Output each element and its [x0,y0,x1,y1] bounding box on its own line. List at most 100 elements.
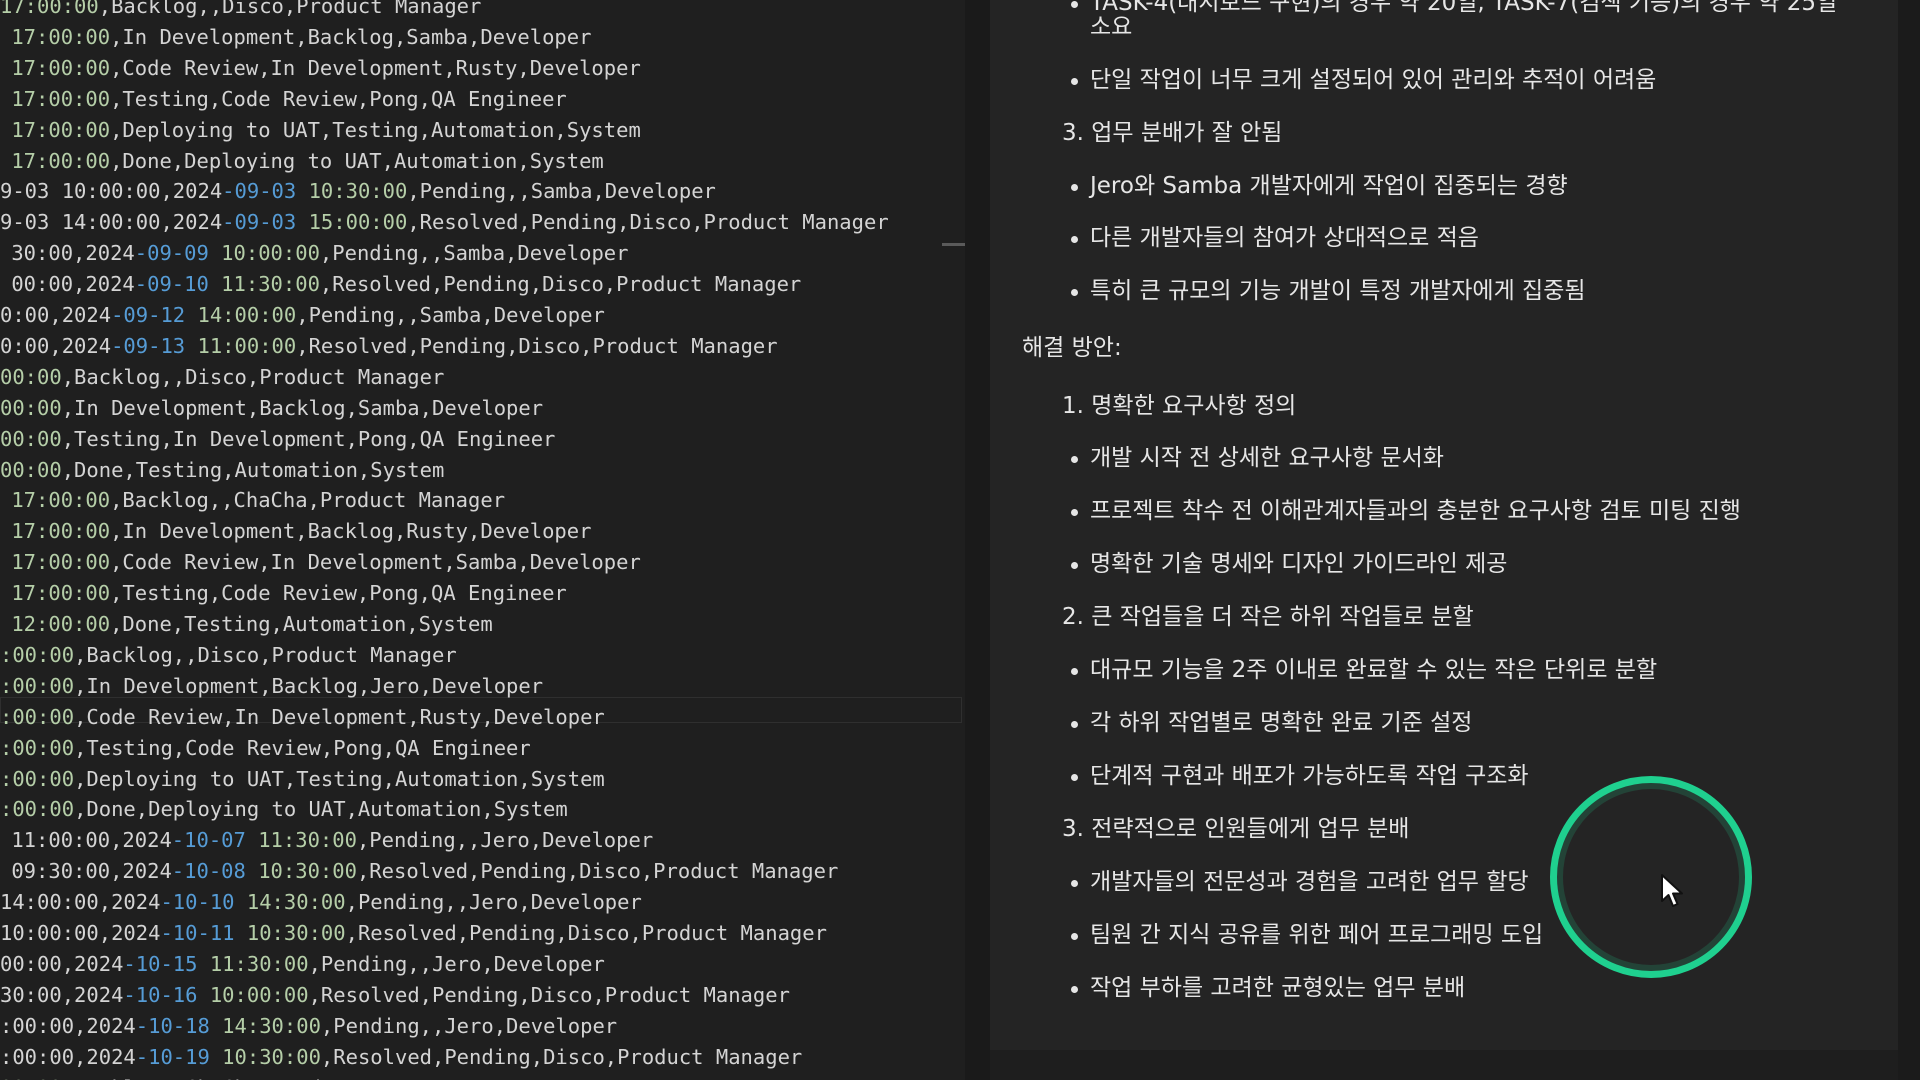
code-date-token: -09-12 [111,303,186,327]
bullet-item: 단계적 구현과 배포가 가능하도록 작업 구조화 [1090,763,1529,789]
code-line[interactable]: 17:00:00,Testing,Code Review,Pong,QA Eng… [0,84,566,115]
code-date-token: -10-15 [123,951,198,976]
code-time-token: 17:00:00 [0,488,111,513]
code-line[interactable]: :00:00,Code Review,In Development,Rusty,… [0,702,605,733]
bullet-item: 명확한 기술 명세와 디자인 가이드라인 제공 [1090,551,1508,577]
code-text-token: ,In Development,Backlog,Samba,Developer [61,395,544,420]
code-text-token: ,Backlog,,ChaCha,Product Manager [62,1076,457,1080]
code-time-token: 14:00:00 [185,303,297,327]
code-date-token: -10-16 [123,982,198,1007]
mouse-pointer-icon [1661,874,1683,907]
code-line[interactable]: 11:00:00,2024-10-07 11:30:00,Pending,,Je… [0,825,653,856]
code-line[interactable]: 12:00:00,Done,Testing,Automation,System [0,609,492,640]
code-text-token: ,Pending,,Jero,Developer [356,828,654,853]
bullet-icon [1071,509,1078,516]
code-time-token: 10:30:00 [209,1044,321,1069]
code-line[interactable]: 17:00:00,Done,Deploying to UAT,Automatio… [0,146,603,177]
bullet-item: 프로젝트 착수 전 이해관계자들과의 충분한 요구사항 검토 미팅 진행 [1090,498,1741,524]
code-line[interactable]: 00:00,Backlog,,ChaCha,Product Manager [0,1073,457,1080]
bullet-item: 팀원 간 지식 공유를 위한 페어 프로그래밍 도입 [1090,922,1544,948]
bullet-item: 다른 개발자들의 참여가 상대적으로 적음 [1090,225,1479,251]
code-time-token: :00:00 [0,642,75,667]
code-text-token: ,Resolved,Pending,Disco,Product Manager [407,210,889,235]
code-line[interactable]: 10:00:00,2024-10-11 10:30:00,Resolved,Pe… [0,918,827,949]
code-text-token: ,Resolved,Pending,Disco,Product Manager [320,1044,803,1069]
code-date-token: -10-11 [160,921,235,945]
code-line[interactable]: 00:00,Backlog,,Disco,Product Manager [0,362,444,393]
code-time-token: 17:00:00 [0,148,111,173]
code-line[interactable]: 17:00:00,Backlog,,ChaCha,Product Manager [0,485,505,516]
code-time-token: 10:00:00 [197,982,309,1007]
code-editor-pane[interactable]: 17:00:00,Backlog,,Disco,Product Manager … [0,0,965,1080]
code-time-token: 00:00 [0,457,62,482]
code-text-token: ,Testing,Code Review,Pong,QA Engineer [110,581,567,606]
code-line[interactable]: 9-03 10:00:00,2024-09-03 10:30:00,Pendin… [0,176,716,207]
code-text-token: ,Resolved,Pending,Disco,Product Manager [356,859,839,884]
code-text-token: ,Backlog,,Disco,Product Manager [98,0,482,18]
code-time-token: 11:30:00 [245,828,357,853]
code-line[interactable]: 0:00,2024-09-13 11:00:00,Resolved,Pendin… [0,331,778,362]
code-time-token: 12:00:00 [0,612,111,636]
bullet-icon [1071,184,1078,191]
code-text-token: ,Code Review,In Development,Rusty,Develo… [110,55,641,80]
bullet-item: 개발자들의 전문성과 경험을 고려한 업무 할당 [1090,869,1529,895]
code-text-token: ,Backlog,,Disco,Product Manager [61,364,445,389]
code-line[interactable]: :00:00,Testing,Code Review,Pong,QA Engin… [0,733,531,764]
code-text-token: 0:00,2024 [0,333,112,358]
code-text-token: ,In Development,Backlog,Jero,Developer [74,673,544,698]
code-line[interactable]: 0:00,2024-09-12 14:00:00,Pending,,Samba,… [0,300,605,331]
code-text-token: 30:00,2024 [0,982,124,1007]
code-line[interactable]: 17:00:00,Deploying to UAT,Testing,Automa… [0,115,640,146]
code-date-token: -10-18 [135,1013,210,1038]
code-line[interactable]: 14:00:00,2024-10-10 14:30:00,Pending,,Je… [0,887,642,918]
code-time-token: 11:30:00 [208,272,320,297]
code-line[interactable]: 09:30:00,2024-10-08 10:30:00,Resolved,Pe… [0,856,838,887]
code-time-token: 11:00:00 [185,333,297,358]
code-time-token: 00:00 [0,364,62,389]
code-line[interactable]: 17:00:00,In Development,Backlog,Samba,De… [0,22,591,53]
code-line[interactable]: 17:00:00,Testing,Code Review,Pong,QA Eng… [0,578,567,609]
code-line[interactable]: :00:00,In Development,Backlog,Jero,Devel… [0,671,543,702]
code-line[interactable]: 00:00,Testing,In Development,Pong,QA Eng… [0,424,555,455]
code-line[interactable]: 17:00:00,Code Review,In Development,Rust… [0,53,641,84]
code-line[interactable]: 00:00,2024-10-15 11:30:00,Pending,,Jero,… [0,949,605,980]
code-line[interactable]: 17:00:00,In Development,Backlog,Rusty,De… [0,516,591,547]
code-time-token: 00:00 [0,426,62,451]
bullet-item: Jero와 Samba 개발자에게 작업이 집중되는 경향 [1090,173,1568,199]
scrollbar-indicator[interactable] [942,243,965,246]
bullet-icon [1071,774,1078,781]
code-time-token: 17:00:00 [0,117,111,142]
code-text-token: 0:00,2024 [0,303,112,327]
bullet-item: 개발 시작 전 상세한 요구사항 문서화 [1090,445,1444,471]
code-text-token: 10:00:00,2024 [0,921,161,945]
code-line[interactable]: 17:00:00,Backlog,,Disco,Product Manager [0,0,481,22]
code-text-token: 11:00:00,2024 [0,828,172,853]
code-date-token: -09-03 [222,179,297,204]
code-time-token: 17:00:00 [0,581,111,606]
code-line[interactable]: 00:00,In Development,Backlog,Samba,Devel… [0,393,543,424]
bullet-icon [1071,721,1078,728]
numbered-item: 2. 큰 작업들을 더 작은 하위 작업들로 분할 [1062,604,1474,630]
code-line[interactable]: 30:00,2024-10-16 10:00:00,Resolved,Pendi… [0,980,790,1011]
code-time-token: 14:30:00 [209,1013,321,1038]
bullet-item: 각 하위 작업별로 명확한 완료 기준 설정 [1090,710,1473,736]
code-text-token: ,Deploying to UAT,Testing,Automation,Sys… [74,766,605,791]
code-line[interactable]: 00:00,Done,Testing,Automation,System [0,455,444,486]
code-line[interactable]: :00:00,Deploying to UAT,Testing,Automati… [0,764,605,795]
code-line[interactable]: 9-03 14:00:00,2024-09-03 15:00:00,Resolv… [0,207,889,238]
code-line[interactable]: 17:00:00,Code Review,In Development,Samb… [0,547,640,578]
code-line[interactable]: 00:00,2024-09-10 11:30:00,Resolved,Pendi… [0,269,801,300]
code-line[interactable]: :00:00,2024-10-18 14:30:00,Pending,,Jero… [0,1011,617,1042]
code-text-token: ,In Development,Backlog,Rusty,Developer [110,519,592,544]
code-text-token: ,Done,Testing,Automation,System [61,457,445,482]
pane-divider[interactable] [965,0,990,1080]
code-text-token: ,Pending,,Jero,Developer [308,951,605,976]
code-text-token: ,Code Review,In Development,Rusty,Develo… [74,704,605,729]
code-time-token: :00:00 [0,704,75,729]
code-line[interactable]: :00:00,Backlog,,Disco,Product Manager [0,640,457,671]
cursor-highlight-ring [1550,776,1752,978]
code-text-token: ,Resolved,Pending,Disco,Product Manager [296,333,778,358]
code-line[interactable]: 30:00,2024-09-09 10:00:00,Pending,,Samba… [0,238,628,269]
code-line[interactable]: :00:00,Done,Deploying to UAT,Automation,… [0,794,568,825]
code-line[interactable]: :00:00,2024-10-19 10:30:00,Resolved,Pend… [0,1042,802,1073]
